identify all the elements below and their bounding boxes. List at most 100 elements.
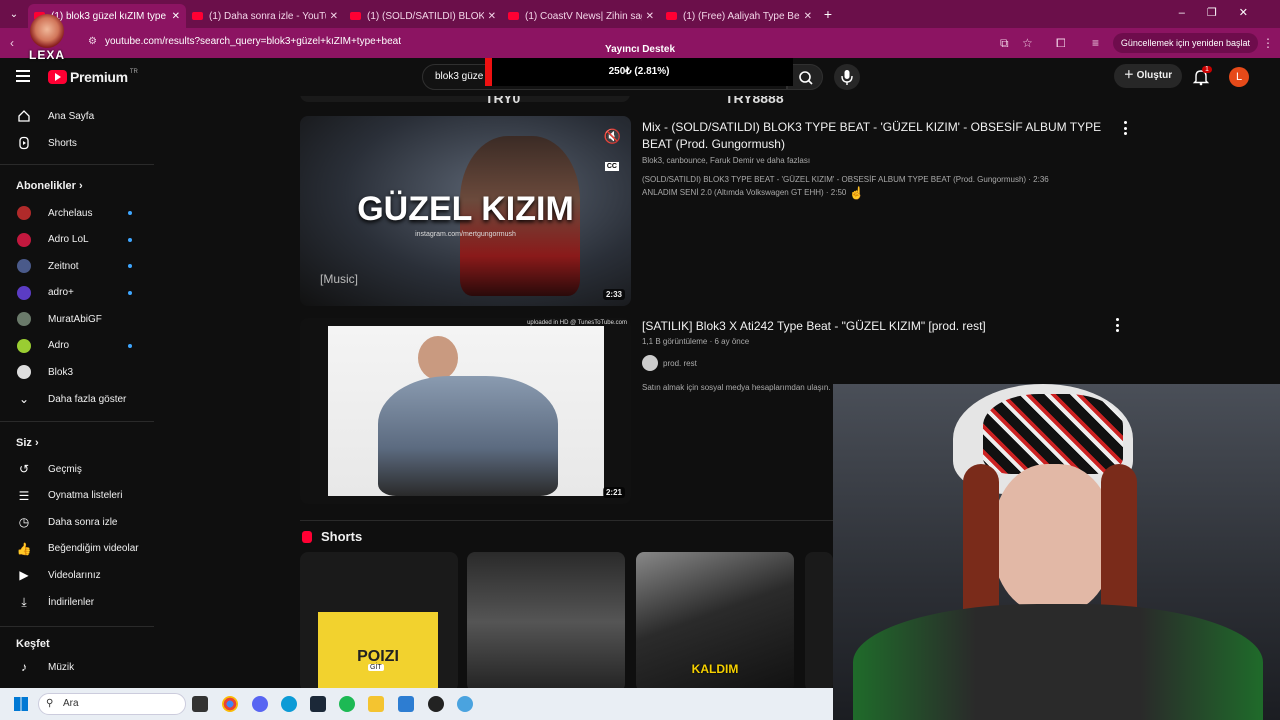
notification-count-badge: 1 xyxy=(1202,66,1212,73)
back-icon[interactable]: ‹ xyxy=(10,36,14,50)
discord-icon[interactable] xyxy=(252,696,268,712)
mix-track-1[interactable]: (SOLD/SATILDI) BLOK3 TYPE BEAT - 'GÜZEL … xyxy=(642,175,1049,184)
youtube-logo[interactable]: Premium TR xyxy=(48,69,138,85)
sidebar-item-clock[interactable]: ◷ Daha sonra izle xyxy=(0,509,154,535)
menu-dots-icon[interactable]: ⋮ xyxy=(1262,36,1274,50)
sidebar-divider xyxy=(0,164,154,165)
sidebar-item-shorts[interactable]: Shorts xyxy=(0,130,154,156)
video-title[interactable]: Mix - (SOLD/SATILDI) BLOK3 TYPE BEAT - '… xyxy=(642,119,1112,153)
video-description: Satın almak için sosyal medya hesaplarım… xyxy=(642,383,831,392)
video-thumbnail[interactable]: uploaded in HD @ TunesToTube.com 2:21 xyxy=(300,318,631,504)
close-tab-icon[interactable]: ✕ xyxy=(646,11,654,22)
overlay-label-right: TRY8888 xyxy=(725,96,784,106)
browser-tab[interactable]: (1) (SOLD/SATILDI) BLOK3 TYPE ✕ xyxy=(344,4,502,28)
short-tag: GİT xyxy=(368,664,384,671)
search-input[interactable]: blok3 güze xyxy=(435,71,485,82)
video-views: 1,1 B görüntüleme · 6 ay önce xyxy=(642,337,750,346)
sidebar-item-label: MuratAbiGF xyxy=(48,313,102,325)
sidebar-item-music[interactable]: ♪ Müzik xyxy=(0,654,154,680)
show-more-label: Daha fazla göster xyxy=(48,393,127,405)
short-card[interactable] xyxy=(805,552,833,688)
channel-name[interactable]: prod. rest xyxy=(663,359,697,368)
sidebar-item-subscription[interactable]: adro+ xyxy=(0,280,154,306)
more-actions-icon[interactable] xyxy=(1124,121,1128,135)
more-actions-icon[interactable] xyxy=(1116,318,1120,332)
captions-icon[interactable]: CC xyxy=(604,162,619,171)
media-control-icon[interactable]: ≡ xyxy=(1092,36,1099,50)
you-heading[interactable]: Siz › xyxy=(16,437,39,449)
sidebar-item-subscription[interactable]: Blok3 xyxy=(0,359,154,385)
chrome-icon[interactable] xyxy=(222,696,238,712)
sidebar-item-label: Beğendiğim videolar xyxy=(48,543,139,555)
sidebar-item-subscription[interactable]: Adro xyxy=(0,333,154,359)
mute-icon[interactable]: 🔇 xyxy=(604,128,621,145)
create-button[interactable]: ＋ Oluştur xyxy=(1114,64,1182,88)
sidebar-item-like[interactable]: 👍 Beğendiğim videolar xyxy=(0,536,154,562)
previous-result-thumbnail[interactable] xyxy=(300,96,630,102)
close-tab-icon[interactable]: ✕ xyxy=(330,11,338,22)
sidebar-item-subscription[interactable]: Adro LoL xyxy=(0,227,154,253)
channel-avatar xyxy=(16,311,32,327)
thumbnail-person-body xyxy=(378,376,558,496)
url-field[interactable]: youtube.com/results?search_query=blok3+g… xyxy=(105,36,401,47)
new-content-dot xyxy=(128,290,132,295)
sidebar-item-history[interactable]: ↺ Geçmiş xyxy=(0,456,154,482)
sidebar-item-label: İndirilenler xyxy=(48,596,95,608)
logo-face-image xyxy=(30,14,64,48)
sidebar-item-subscription[interactable]: Zeitnot xyxy=(0,253,154,279)
obs-icon[interactable] xyxy=(428,696,444,712)
donation-amount: 250₺ (2.81%) xyxy=(608,66,670,77)
sidebar-item-video[interactable]: ▶ Videolarınız xyxy=(0,562,154,588)
taskbar-search-input[interactable]: Ara xyxy=(38,693,186,715)
video-title[interactable]: [SATILIK] Blok3 X Ati242 Type Beat - "GÜ… xyxy=(642,318,1112,335)
steam-icon[interactable] xyxy=(310,696,326,712)
youtube-icon xyxy=(350,12,361,20)
settings-icon[interactable] xyxy=(457,696,473,712)
short-card[interactable] xyxy=(467,552,625,688)
microphone-icon xyxy=(841,70,853,85)
sidebar-item-subscription[interactable]: Archelaus xyxy=(0,200,154,226)
subscriptions-heading[interactable]: Abonelikler › xyxy=(16,180,83,192)
channel-avatar xyxy=(16,205,32,221)
install-app-icon[interactable]: ⧉ xyxy=(1000,36,1009,51)
window-controls[interactable]: –❐✕ xyxy=(1179,6,1270,19)
edge-icon[interactable] xyxy=(281,696,297,712)
channel-avatar-image xyxy=(17,259,31,273)
extensions-icon[interactable]: ⧠ xyxy=(1056,36,1066,51)
hamburger-menu-icon[interactable] xyxy=(16,70,30,82)
show-more-button[interactable]: ⌄ Daha fazla göster xyxy=(0,386,154,412)
mix-track-2[interactable]: ANLADIM SENİ 2.0 (Altımda Volkswagen GT … xyxy=(642,188,846,197)
streamer-logo: LEXA xyxy=(22,14,72,68)
sidebar-item-subscription[interactable]: MuratAbiGF xyxy=(0,306,154,332)
close-tab-icon[interactable]: ✕ xyxy=(488,11,496,22)
sidebar-item-download[interactable]: ⤓ İndirilenler xyxy=(0,589,154,615)
voice-search-button[interactable] xyxy=(834,64,860,90)
site-settings-icon[interactable]: ⚙ xyxy=(88,36,97,47)
video-thumbnail[interactable]: GÜZEL KIZIM instagram.com/mertgungormush… xyxy=(300,116,631,306)
close-tab-icon[interactable]: ✕ xyxy=(172,11,180,22)
photos-icon[interactable] xyxy=(398,696,414,712)
chevron-down-icon: ⌄ xyxy=(18,392,30,406)
close-tab-icon[interactable]: ✕ xyxy=(804,11,812,22)
sidebar-item-playlist[interactable]: ☰ Oynatma listeleri xyxy=(0,483,154,509)
browser-tab[interactable]: (1) (Free) Aaliyah Type Beat - A ✕ xyxy=(660,4,818,28)
update-button[interactable]: Güncellemek için yeniden başlat xyxy=(1112,33,1258,53)
bookmark-star-icon[interactable]: ☆ xyxy=(1022,36,1033,50)
windows-start-icon[interactable] xyxy=(14,697,28,711)
browser-tab-bar: ⌄ (1) blok3 güzel kıZIM type beat✕ (1) D… xyxy=(0,0,1280,28)
file-explorer-icon[interactable] xyxy=(368,696,384,712)
spotify-icon[interactable] xyxy=(339,696,355,712)
channel-avatar xyxy=(16,338,32,354)
channel-avatar[interactable] xyxy=(642,355,658,371)
donation-title: Yayıncı Destek xyxy=(604,44,676,55)
browser-tab[interactable]: (1) Daha sonra izle - YouTube ✕ xyxy=(186,4,344,28)
new-tab-button[interactable]: + xyxy=(818,6,838,22)
task-view-icon[interactable] xyxy=(192,696,208,712)
browser-tab[interactable]: (1) CoastV News| Zihin sağlığı ✕ xyxy=(502,4,660,28)
short-card[interactable]: POIZI GİT xyxy=(300,552,458,688)
sidebar-item-home[interactable]: Ana Sayfa xyxy=(0,103,154,129)
mix-channels[interactable]: Blok3, canbounce, Faruk Demir ve daha fa… xyxy=(642,156,810,165)
sidebar-item-label: Geçmiş xyxy=(48,463,82,475)
user-avatar[interactable]: L xyxy=(1229,67,1249,87)
short-card[interactable]: KALDIM xyxy=(636,552,794,688)
